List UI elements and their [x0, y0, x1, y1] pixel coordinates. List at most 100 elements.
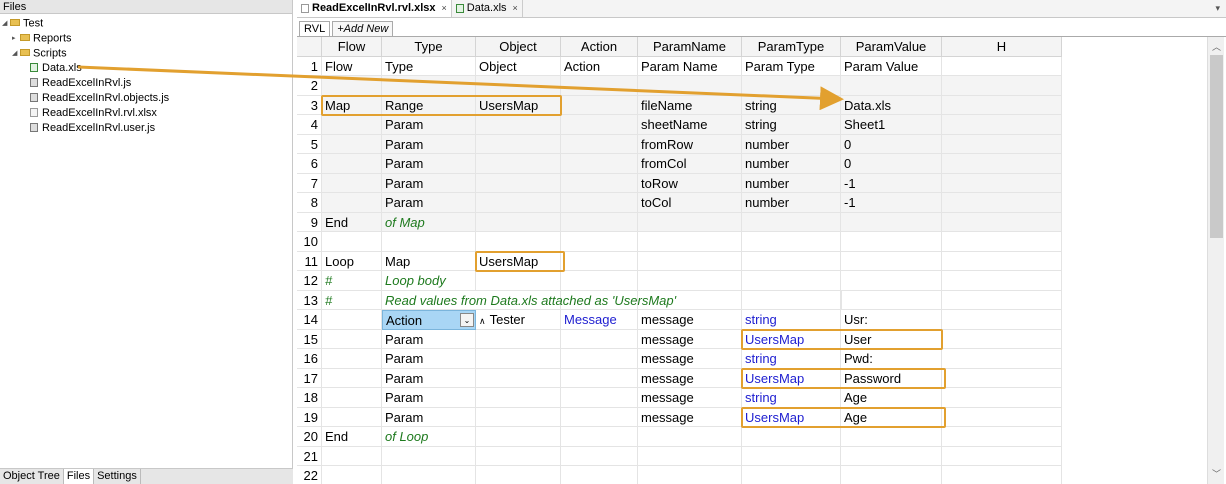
grid-cell[interactable]: [382, 446, 476, 466]
grid-cell[interactable]: [742, 76, 841, 96]
grid-cell[interactable]: Param: [382, 193, 476, 213]
grid-cell[interactable]: [942, 134, 1062, 154]
scrollbar-thumb[interactable]: [1210, 55, 1223, 238]
tree-item-objects-js[interactable]: ReadExcelInRvl.objects.js: [30, 91, 169, 106]
close-icon[interactable]: ×: [442, 0, 447, 17]
grid-cell[interactable]: [561, 134, 638, 154]
tree-item-data-xls[interactable]: Data.xls: [30, 61, 82, 76]
grid-cell[interactable]: [942, 95, 1062, 115]
grid-cell[interactable]: message: [638, 329, 742, 349]
doc-tab-rvl-xlsx[interactable]: ReadExcelInRvl.rvl.xlsx ×: [297, 0, 452, 17]
grid-cell[interactable]: [476, 134, 561, 154]
grid-cell[interactable]: [322, 232, 382, 252]
grid-cell[interactable]: [561, 95, 638, 115]
grid-cell[interactable]: [942, 251, 1062, 271]
grid-cell[interactable]: [322, 329, 382, 349]
grid-cell[interactable]: [942, 232, 1062, 252]
grid-cell[interactable]: [742, 212, 841, 232]
grid-cell[interactable]: Param Name: [638, 56, 742, 76]
grid-cell[interactable]: [942, 271, 1062, 291]
tab-object-tree[interactable]: Object Tree: [0, 469, 64, 484]
grid-cell[interactable]: Age: [841, 388, 942, 408]
grid-cell[interactable]: [638, 466, 742, 484]
grid-cell[interactable]: [942, 154, 1062, 174]
grid-cell[interactable]: fileName: [638, 95, 742, 115]
grid-cell[interactable]: message: [638, 368, 742, 388]
grid-cell[interactable]: [322, 446, 382, 466]
grid-cell[interactable]: [841, 212, 942, 232]
grid-cell[interactable]: message: [638, 349, 742, 369]
grid-cell[interactable]: Map: [322, 95, 382, 115]
collapse-icon[interactable]: ▸: [12, 31, 20, 46]
column-header[interactable]: Flow: [322, 37, 382, 57]
grid-cell[interactable]: Flow: [322, 56, 382, 76]
grid-cell[interactable]: [382, 76, 476, 96]
grid-cell[interactable]: UsersMap: [742, 368, 841, 388]
grid-cell[interactable]: [561, 329, 638, 349]
grid-cell[interactable]: [476, 349, 561, 369]
grid-cell[interactable]: [561, 349, 638, 369]
grid-cell[interactable]: [476, 115, 561, 135]
grid-cell[interactable]: message: [638, 407, 742, 427]
grid-cell[interactable]: Pwd:: [841, 349, 942, 369]
grid-cell[interactable]: [322, 173, 382, 193]
grid-cell[interactable]: #: [322, 290, 382, 310]
grid-cell[interactable]: string: [742, 388, 841, 408]
grid-cell[interactable]: 0: [841, 154, 942, 174]
grid-cell[interactable]: [476, 427, 561, 447]
grid-cell[interactable]: [942, 427, 1062, 447]
grid-cell[interactable]: [841, 76, 942, 96]
tree-item-test[interactable]: ◢ Test: [2, 16, 43, 31]
grid-cell[interactable]: message: [638, 310, 742, 330]
grid-cell[interactable]: [561, 466, 638, 484]
grid-cell[interactable]: [942, 173, 1062, 193]
grid-cell[interactable]: User: [841, 329, 942, 349]
grid-cell[interactable]: [561, 251, 638, 271]
grid-cell[interactable]: [942, 368, 1062, 388]
grid-cell[interactable]: of Loop: [382, 427, 476, 447]
grid-cell[interactable]: [638, 212, 742, 232]
tree-item-readexcelinrvl-js[interactable]: ReadExcelInRvl.js: [30, 76, 131, 91]
grid-cell[interactable]: [561, 154, 638, 174]
column-header[interactable]: Object: [476, 37, 561, 57]
grid-cell[interactable]: [476, 154, 561, 174]
grid-cell[interactable]: [942, 388, 1062, 408]
grid-cell[interactable]: [382, 232, 476, 252]
grid-cell[interactable]: UsersMap: [476, 251, 561, 271]
grid-cell[interactable]: [942, 193, 1062, 213]
grid-cell[interactable]: [476, 446, 561, 466]
expand-icon[interactable]: ◢: [2, 16, 10, 31]
column-header[interactable]: ParamType: [742, 37, 841, 57]
grid-cell[interactable]: fromRow: [638, 134, 742, 154]
grid-cell[interactable]: Param Type: [742, 56, 841, 76]
grid-cell[interactable]: [841, 271, 942, 291]
grid-cell[interactable]: 0: [841, 134, 942, 154]
grid-cell[interactable]: Usr:: [841, 310, 942, 330]
grid-cell[interactable]: Loop body: [382, 271, 476, 291]
chevron-down-icon[interactable]: ⌄: [460, 313, 474, 327]
grid-cell[interactable]: Param: [382, 388, 476, 408]
grid-cell[interactable]: [841, 427, 942, 447]
grid-cell[interactable]: [476, 388, 561, 408]
grid-cell[interactable]: Range: [382, 95, 476, 115]
grid-cell[interactable]: [322, 115, 382, 135]
grid-cell[interactable]: number: [742, 173, 841, 193]
grid-cell[interactable]: number: [742, 154, 841, 174]
grid-cell[interactable]: End: [322, 212, 382, 232]
grid-cell[interactable]: [841, 446, 942, 466]
grid-cell[interactable]: Message: [561, 310, 638, 330]
grid-cell[interactable]: Param: [382, 368, 476, 388]
grid-cell[interactable]: Object: [476, 56, 561, 76]
grid-cell[interactable]: [561, 427, 638, 447]
grid-cell[interactable]: string: [742, 310, 841, 330]
column-header[interactable]: Type: [382, 37, 476, 57]
grid-cell[interactable]: [476, 232, 561, 252]
grid-cell[interactable]: [476, 271, 561, 291]
grid-cell[interactable]: UsersMap: [742, 407, 841, 427]
vertical-scrollbar[interactable]: ︿ ﹀: [1207, 37, 1224, 484]
grid-cell[interactable]: [638, 271, 742, 291]
grid-cell[interactable]: Action ⌄: [382, 310, 476, 330]
grid-cell[interactable]: Password: [841, 368, 942, 388]
grid-cell[interactable]: [382, 466, 476, 484]
grid-cell[interactable]: [476, 329, 561, 349]
